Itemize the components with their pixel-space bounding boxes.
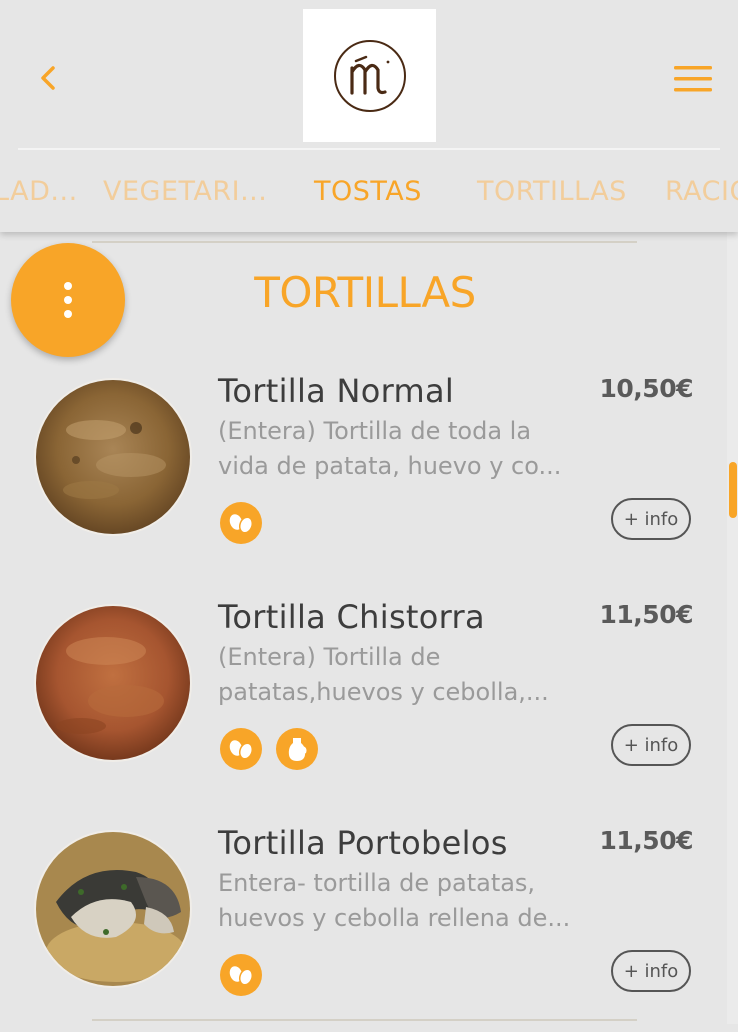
item-name: Tortilla Normal <box>218 372 455 410</box>
tab-vegetarianos[interactable]: VEGETARI... <box>103 176 267 207</box>
description-line: (Entera) Tortilla de toda la <box>218 417 532 445</box>
description-line: (Entera) Tortilla de <box>218 643 441 671</box>
allergen-list <box>220 954 262 996</box>
options-fab[interactable] <box>11 243 125 357</box>
chevron-left-icon <box>41 66 55 90</box>
item-name: Tortilla Chistorra <box>218 598 485 636</box>
info-button[interactable]: + info <box>611 498 691 540</box>
category-tabs: LAD... VEGETARI... TOSTAS TORTILLAS RACI… <box>0 150 738 232</box>
tab-ensaladas[interactable]: LAD... <box>0 176 78 207</box>
milk-jug-icon <box>276 728 318 770</box>
section-divider-top <box>92 241 637 243</box>
eggs-icon <box>220 502 262 544</box>
tab-tortillas[interactable]: TORTILLAS <box>477 176 627 207</box>
restaurant-logo[interactable] <box>303 9 436 142</box>
tab-raciones[interactable]: RACIO <box>665 176 738 207</box>
back-button[interactable] <box>30 60 66 96</box>
description-line: Entera- tortilla de patatas, <box>218 869 536 897</box>
item-price: 11,50€ <box>599 826 694 855</box>
item-price: 11,50€ <box>599 600 694 629</box>
scrollbar-track[interactable] <box>727 232 738 1024</box>
dish-photo <box>36 606 190 760</box>
item-description: Entera- tortilla de patatas, huevos y ce… <box>218 866 598 936</box>
logo-m-icon <box>333 39 406 112</box>
section-divider-bottom <box>92 1019 637 1021</box>
dish-photo <box>36 832 190 986</box>
allergen-list <box>220 502 262 544</box>
description-line: patatas,huevos y cebolla,... <box>218 678 549 706</box>
item-description: (Entera) Tortilla de toda la vida de pat… <box>218 414 598 484</box>
menu-item[interactable]: Tortilla Chistorra 11,50€ (Entera) Torti… <box>0 598 727 806</box>
eggs-icon <box>220 954 262 996</box>
description-line: huevos y cebolla rellena de... <box>218 904 571 932</box>
more-vertical-icon <box>64 282 72 318</box>
item-price: 10,50€ <box>599 374 694 403</box>
menu-item[interactable]: Tortilla Portobelos 11,50€ Entera- torti… <box>0 824 727 1032</box>
dish-photo <box>36 380 190 534</box>
tab-tostas[interactable]: TOSTAS <box>314 176 422 207</box>
item-name: Tortilla Portobelos <box>218 824 508 862</box>
allergen-list <box>220 728 318 770</box>
info-button[interactable]: + info <box>611 950 691 992</box>
hamburger-menu-button[interactable] <box>672 62 714 96</box>
description-line: vida de patata, huevo y co... <box>218 452 562 480</box>
eggs-icon <box>220 728 262 770</box>
hamburger-icon <box>674 66 712 92</box>
item-description: (Entera) Tortilla de patatas,huevos y ce… <box>218 640 598 710</box>
info-button[interactable]: + info <box>611 724 691 766</box>
menu-item[interactable]: Tortilla Normal 10,50€ (Entera) Tortilla… <box>0 372 727 580</box>
app-header: LAD... VEGETARI... TOSTAS TORTILLAS RACI… <box>0 0 738 232</box>
scrollbar-thumb[interactable] <box>729 462 737 518</box>
